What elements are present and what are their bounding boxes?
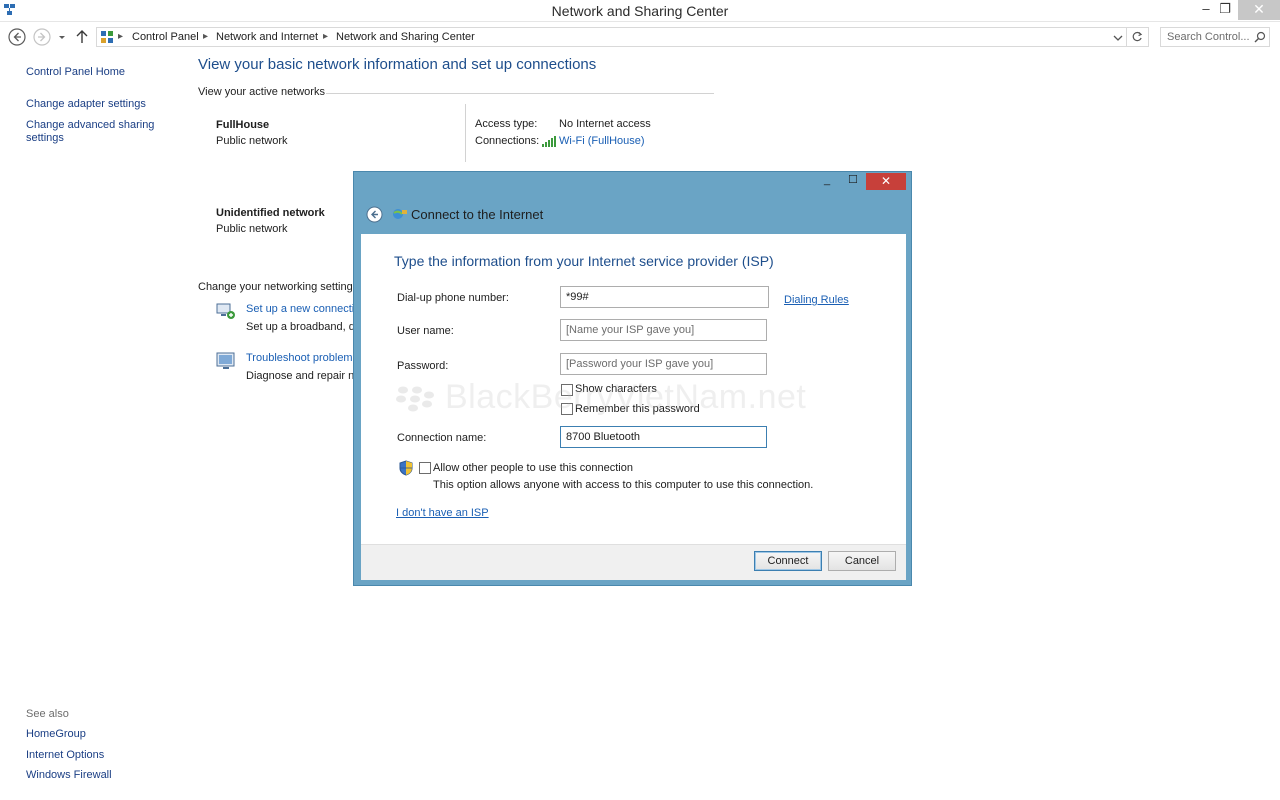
breadcrumb-network-sharing-center[interactable]: Network and Sharing Center — [336, 31, 475, 43]
homegroup-link[interactable]: HomeGroup — [26, 728, 86, 740]
search-input[interactable]: Search Control... — [1160, 27, 1270, 47]
page-title: View your basic network information and … — [198, 56, 597, 73]
dialog-heading: Type the information from your Internet … — [394, 253, 774, 269]
troubleshoot-description: Diagnose and repair ne — [246, 370, 361, 382]
back-icon[interactable] — [7, 27, 27, 47]
window-title: Network and Sharing Center — [551, 3, 729, 19]
allow-others-description: This option allows anyone with access to… — [433, 479, 814, 491]
troubleshoot-problems-link[interactable]: Troubleshoot problems — [246, 352, 358, 364]
divider — [326, 93, 714, 94]
network-type[interactable]: Public network — [216, 135, 288, 147]
connect-button[interactable]: Connect — [754, 551, 822, 571]
back-icon[interactable] — [366, 206, 383, 223]
username-input[interactable] — [560, 319, 767, 341]
no-isp-link[interactable]: I don't have an ISP — [396, 507, 489, 519]
access-type-value: No Internet access — [559, 118, 651, 130]
watermark-text: BlackBerryVietNam.net — [445, 378, 807, 416]
setup-connection-description: Set up a broadband, di — [246, 321, 358, 333]
password-label: Password: — [397, 360, 449, 372]
navigation-bar: ▸ Control Panel ▸ Network and Internet ▸… — [0, 24, 1280, 50]
watermark: BlackBerryVietNam.net — [395, 378, 806, 417]
internet-connection-icon — [393, 209, 407, 219]
username-label: User name: — [397, 325, 454, 337]
wifi-connection-link[interactable]: Wi-Fi (FullHouse) — [559, 135, 645, 147]
wifi-signal-icon — [542, 136, 556, 147]
new-connection-icon — [216, 303, 235, 319]
network-name: Unidentified network — [216, 207, 325, 219]
dialup-number-input[interactable] — [560, 286, 769, 308]
change-settings-heading: Change your networking settings — [198, 281, 359, 293]
forward-icon[interactable] — [32, 27, 52, 47]
dialing-rules-link[interactable]: Dialing Rules — [784, 294, 849, 306]
dialog-maximize-button[interactable]: ☐ — [848, 173, 858, 186]
setup-new-connection-link[interactable]: Set up a new connectio — [246, 303, 360, 315]
windows-firewall-link[interactable]: Windows Firewall — [26, 769, 112, 781]
divider — [465, 104, 466, 162]
change-advanced-sharing-link[interactable]: Change advanced sharing settings — [26, 119, 166, 145]
refresh-icon[interactable] — [1127, 27, 1149, 47]
connection-name-input[interactable] — [560, 426, 767, 448]
network-type[interactable]: Public network — [216, 223, 288, 235]
search-icon[interactable] — [1254, 31, 1266, 43]
up-arrow-icon[interactable] — [74, 27, 90, 47]
breadcrumb-control-panel[interactable]: Control Panel — [132, 31, 199, 43]
change-adapter-settings-link[interactable]: Change adapter settings — [26, 98, 146, 110]
allow-others-label[interactable]: Allow other people to use this connectio… — [433, 462, 633, 474]
connections-label: Connections: — [475, 135, 540, 147]
see-also-heading: See also — [26, 708, 69, 720]
control-panel-home-link[interactable]: Control Panel Home — [26, 66, 125, 78]
restore-button[interactable]: ❐ — [1211, 0, 1239, 20]
cancel-button[interactable]: Cancel — [828, 551, 896, 571]
active-networks-heading: View your active networks — [198, 86, 325, 98]
internet-options-link[interactable]: Internet Options — [26, 749, 104, 761]
address-bar[interactable]: ▸ Control Panel ▸ Network and Internet ▸… — [96, 27, 1127, 47]
troubleshoot-icon — [216, 352, 235, 369]
connection-name-label: Connection name: — [397, 432, 487, 444]
access-type-label: Access type: — [475, 118, 538, 130]
allow-others-checkbox[interactable] — [419, 462, 431, 474]
breadcrumb-separator-icon: ▸ — [323, 31, 329, 42]
control-panel-icon — [101, 31, 113, 43]
uac-shield-icon — [399, 460, 413, 476]
dialog-title: Connect to the Internet — [411, 207, 544, 222]
password-input[interactable] — [560, 353, 767, 375]
close-button[interactable]: ✕ — [1238, 0, 1280, 20]
breadcrumb-separator-icon: ▸ — [118, 31, 124, 42]
search-placeholder: Search Control... — [1167, 31, 1250, 43]
blackberry-logo-icon — [396, 386, 434, 412]
network-name: FullHouse — [216, 119, 270, 131]
dialog-footer — [361, 544, 906, 580]
recent-locations-chevron-icon[interactable] — [55, 27, 69, 47]
title-bar: Network and Sharing Center – ❐ ✕ — [0, 0, 1280, 22]
breadcrumb-separator-icon: ▸ — [203, 31, 209, 42]
breadcrumb-network-internet[interactable]: Network and Internet — [216, 31, 318, 43]
dialup-number-label: Dial-up phone number: — [397, 292, 509, 304]
address-dropdown-chevron-icon[interactable] — [1112, 32, 1124, 44]
dialog-close-button[interactable]: ✕ — [866, 173, 906, 190]
dialog-minimize-button[interactable]: _ — [824, 174, 830, 186]
